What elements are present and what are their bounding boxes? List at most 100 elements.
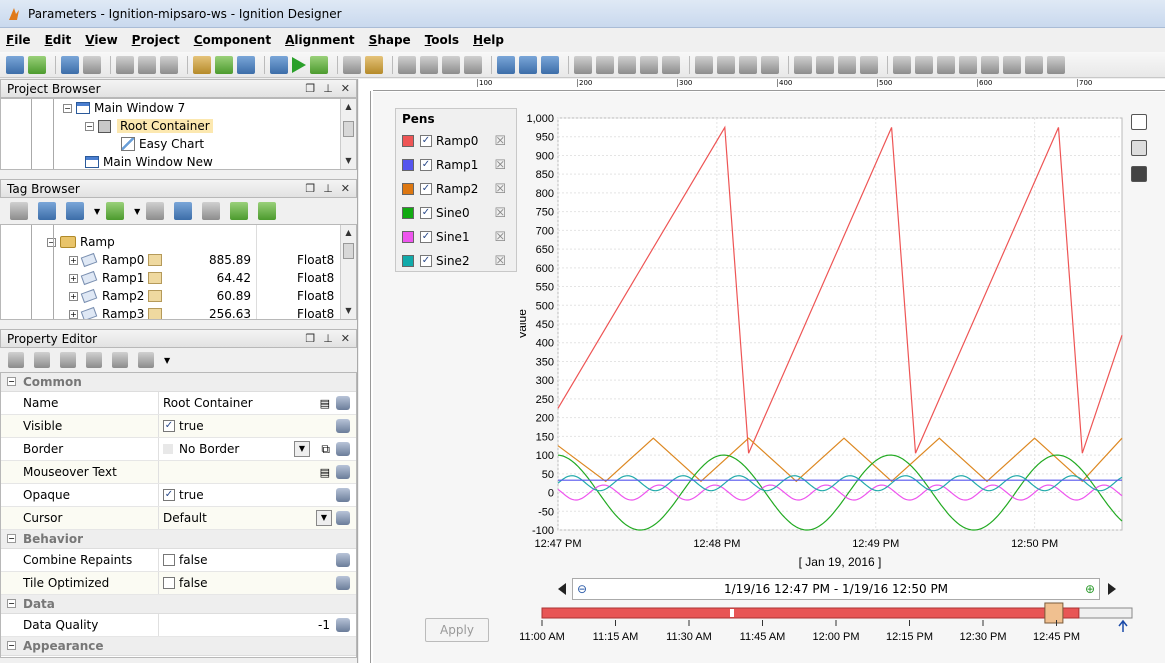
scroll-thumb[interactable]	[343, 243, 354, 259]
collapse-icon[interactable]: −	[7, 599, 16, 608]
menu-view[interactable]: View	[85, 33, 117, 47]
opc-icon[interactable]	[174, 202, 193, 220]
publish-icon[interactable]	[310, 55, 328, 74]
property-row-mouseover-text[interactable]: Mouseover Text ▤	[1, 461, 356, 484]
refresh-icon[interactable]	[28, 55, 46, 74]
collapse-icon[interactable]: −	[7, 534, 16, 543]
tree-item-easy-chart[interactable]: Easy Chart	[1, 135, 356, 153]
binding-icon[interactable]	[336, 576, 350, 590]
property-row-opaque[interactable]: Opaque ✓ true	[1, 484, 356, 507]
pin-icon[interactable]: ⊥	[323, 332, 333, 345]
menu-project[interactable]: Project	[132, 33, 180, 47]
distribute-vertical-icon[interactable]	[1047, 55, 1065, 74]
pen-visible-checkbox[interactable]: ✓	[420, 255, 432, 267]
redo-icon[interactable]	[83, 55, 101, 74]
menu-help[interactable]: Help	[473, 33, 504, 47]
pen-visible-checkbox[interactable]: ✓	[420, 231, 432, 243]
checkbox[interactable]	[163, 577, 175, 589]
expand-icon[interactable]: +	[69, 273, 78, 283]
categorized-view-icon[interactable]	[8, 352, 24, 368]
property-row-cursor[interactable]: Cursor Default ▼	[1, 507, 356, 530]
close-icon[interactable]: ✕	[341, 332, 350, 345]
property-row-data-quality[interactable]: Data Quality -1	[1, 614, 356, 637]
expand-icon[interactable]: +	[69, 309, 78, 319]
flip-icon[interactable]	[717, 55, 735, 74]
collapse-icon[interactable]: −	[47, 237, 56, 247]
preview-icon[interactable]	[237, 55, 255, 74]
tree-item-root-container[interactable]: − Root Container	[1, 117, 356, 135]
checkbox[interactable]: ✓	[163, 420, 175, 432]
skew-icon[interactable]	[761, 55, 779, 74]
close-icon[interactable]: ✕	[341, 82, 350, 95]
intersect-icon[interactable]	[838, 55, 856, 74]
zoom-actual-icon[interactable]	[541, 55, 559, 74]
range-back-icon[interactable]	[558, 583, 566, 595]
property-value-cell[interactable]: ▤	[159, 461, 356, 483]
category-data[interactable]: − Data	[1, 595, 356, 614]
tag-provider-icon[interactable]	[38, 202, 56, 220]
tag-folder-ramp[interactable]: − Ramp	[1, 233, 356, 251]
category-appearance[interactable]: − Appearance	[1, 637, 356, 656]
menu-alignment[interactable]: Alignment	[285, 33, 355, 47]
tag-browser-scrollbar[interactable]: ▲ ▼	[340, 225, 356, 319]
subtract-icon[interactable]	[816, 55, 834, 74]
pin-icon[interactable]: ⊥	[323, 82, 333, 95]
copy-icon[interactable]	[138, 55, 156, 74]
window-icon[interactable]	[270, 55, 288, 74]
align-top-icon[interactable]	[937, 55, 955, 74]
play-icon[interactable]	[292, 56, 306, 73]
collapse-icon[interactable]: −	[85, 121, 94, 131]
layer-down-icon[interactable]	[618, 55, 636, 74]
binding-icon[interactable]	[336, 465, 350, 479]
timeline-slider[interactable]: 11:00 AM 11:15 AM 11:30 AM 11:45 AM 12:00 PM…	[520, 602, 1140, 646]
restore-icon[interactable]: ❐	[305, 82, 315, 95]
category-common[interactable]: − Common	[1, 373, 356, 392]
binding-icon[interactable]	[336, 553, 350, 567]
property-value-cell[interactable]: -1	[159, 614, 356, 636]
timer-icon[interactable]	[202, 202, 221, 220]
binding-icon[interactable]	[336, 488, 350, 502]
collapse-all-icon[interactable]	[112, 352, 128, 368]
align-center-icon[interactable]	[915, 55, 933, 74]
pen-row-ramp1[interactable]: ✓ Ramp1 ☒	[396, 153, 516, 177]
project-browser-scrollbar[interactable]: ▲ ▼	[340, 99, 356, 169]
property-value-cell[interactable]: No Border ▼ ⧉	[159, 438, 356, 460]
collapse-icon[interactable]: −	[63, 103, 72, 113]
remove-pen-icon[interactable]: ☒	[494, 206, 506, 221]
menu-tools[interactable]: Tools	[425, 33, 459, 47]
tree-item-main-window-7[interactable]: − Main Window 7	[1, 99, 356, 117]
cut-icon[interactable]	[116, 55, 134, 74]
rotate-icon[interactable]	[695, 55, 713, 74]
property-row-border[interactable]: Border No Border ▼ ⧉	[1, 438, 356, 461]
menu-file[interactable]: File	[6, 33, 31, 47]
tag-row[interactable]: + Ramp0 885.89 Float8	[1, 251, 356, 269]
pen-color-swatch[interactable]	[402, 255, 414, 267]
binoculars-icon[interactable]	[10, 202, 28, 220]
scroll-thumb[interactable]	[343, 121, 354, 137]
remove-pen-icon[interactable]: ☒	[494, 134, 506, 149]
border-edit-icon[interactable]: ⧉	[321, 442, 330, 457]
grid-icon[interactable]	[398, 55, 416, 74]
align-middle-icon[interactable]	[959, 55, 977, 74]
expand-all-icon[interactable]	[86, 352, 102, 368]
settings-gear-icon[interactable]	[343, 55, 361, 74]
pen-visible-checkbox[interactable]: ✓	[420, 135, 432, 147]
paste-icon[interactable]	[160, 55, 178, 74]
dropdown-icon[interactable]: ▼	[134, 207, 140, 216]
category-behavior[interactable]: − Behavior	[1, 530, 356, 549]
dropdown-icon[interactable]: ▼	[94, 207, 100, 216]
layer-icon[interactable]	[574, 55, 592, 74]
align-right-icon[interactable]	[1003, 55, 1021, 74]
pen-visible-checkbox[interactable]: ✓	[420, 159, 432, 171]
close-icon[interactable]: ✕	[341, 182, 350, 195]
timeline-handle[interactable]	[1044, 602, 1064, 624]
property-row-combine-repaints[interactable]: Combine Repaints false	[1, 549, 356, 572]
expand-icon[interactable]: +	[69, 291, 78, 301]
pen-row-sine1[interactable]: ✓ Sine1 ☒	[396, 225, 516, 249]
remove-pen-icon[interactable]: ☒	[494, 158, 506, 173]
undo-icon[interactable]	[61, 55, 79, 74]
scroll-up-icon[interactable]: ▲	[343, 227, 354, 239]
sort-alpha-icon[interactable]	[34, 352, 50, 368]
binding-icon[interactable]	[336, 511, 350, 525]
pen-color-swatch[interactable]	[402, 207, 414, 219]
